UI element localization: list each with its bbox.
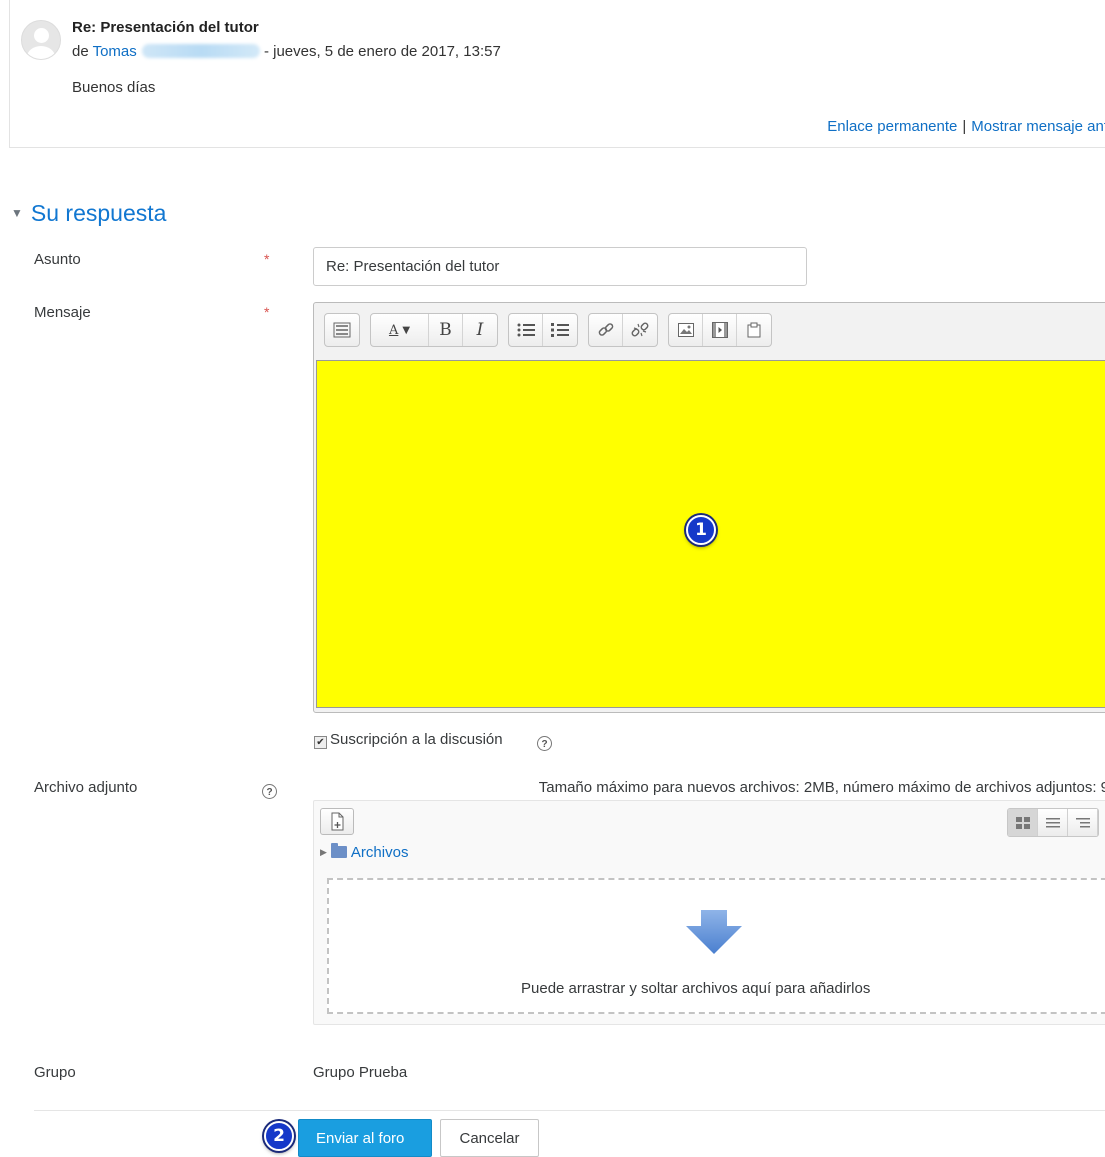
required-icon: * [264, 304, 270, 320]
subscription-checkbox[interactable]: ✔ [314, 736, 327, 749]
permalink-link[interactable]: Enlace permanente [827, 118, 957, 135]
unlink-icon[interactable] [623, 314, 657, 346]
author-link[interactable]: Tomas [93, 43, 137, 60]
message-label: Mensaje [34, 304, 91, 321]
help-icon[interactable]: ? [262, 784, 277, 799]
user-avatar[interactable] [21, 20, 61, 60]
form-divider [34, 1110, 1105, 1111]
add-file-button[interactable] [320, 808, 354, 835]
expand-triangle-icon[interactable]: ▶ [320, 847, 327, 857]
bold-button[interactable]: B [429, 314, 463, 346]
file-manager: ▶ Archivos Puede arrastrar y soltar archi… [313, 800, 1105, 1025]
drop-arrow-icon [686, 910, 742, 958]
tree-view-icon[interactable] [1068, 809, 1098, 836]
post-commands: Enlace permanente |Mostrar mensaje anteri… [827, 118, 1105, 135]
folder-breadcrumb: ▶ Archivos [320, 843, 409, 861]
attachment-limits: Tamaño máximo para nuevos archivos: 2MB,… [538, 779, 1105, 796]
attachment-label: Archivo adjunto [34, 779, 138, 796]
collapse-caret-icon: ▼ [11, 206, 23, 220]
cancel-button[interactable]: Cancelar [440, 1119, 539, 1157]
reply-section-toggle[interactable]: ▼ Su respuesta [11, 200, 166, 227]
manage-files-icon[interactable] [737, 314, 771, 346]
editor-toolbar: A ▼ B I [324, 313, 772, 347]
message-editor: A ▼ B I [313, 302, 1105, 713]
font-style-icon: A [388, 322, 399, 338]
list-view-icon[interactable] [1038, 809, 1068, 836]
view-switcher [1007, 808, 1099, 837]
help-icon[interactable]: ? [537, 736, 552, 751]
subscription-option[interactable]: ✔ Suscripción a la discusión [314, 731, 503, 749]
reply-section-heading: Su respuesta [30, 200, 167, 226]
required-icon: * [264, 251, 270, 267]
group-label: Grupo [34, 1064, 76, 1081]
folder-link[interactable]: Archivos [351, 844, 409, 861]
blurred-author-surname [141, 44, 260, 58]
command-separator: | [962, 118, 967, 135]
annotation-marker-2: 2 [264, 1121, 294, 1151]
parent-post-card: Re: Presentación del tutor de Tomas - ju… [9, 0, 1105, 148]
subject-input[interactable] [313, 247, 807, 286]
folder-icon [330, 843, 347, 858]
chevron-down-icon: ▼ [402, 324, 411, 336]
byline-prefix: de [72, 43, 89, 60]
file-dropzone[interactable]: Puede arrastrar y soltar archivos aquí p… [327, 878, 1105, 1014]
unordered-list-icon[interactable] [509, 314, 543, 346]
link-icon[interactable] [589, 314, 623, 346]
post-date: - jueves, 5 de enero de 2017, 13:57 [263, 43, 501, 60]
show-parent-link[interactable]: Mostrar mensaje anterior [971, 118, 1105, 135]
post-subject: Re: Presentación del tutor [72, 19, 259, 36]
italic-button[interactable]: I [463, 314, 497, 346]
post-to-forum-button[interactable]: Enviar al foro [298, 1119, 432, 1157]
annotation-marker-1: 1 [686, 515, 716, 545]
group-value: Grupo Prueba [313, 1064, 408, 1081]
subject-label: Asunto [34, 251, 81, 268]
paragraph-style-button[interactable]: A ▼ [371, 314, 429, 346]
insert-media-icon[interactable] [703, 314, 737, 346]
insert-image-icon[interactable] [669, 314, 703, 346]
subscription-label: Suscripción a la discusión [330, 731, 503, 748]
show-more-buttons-icon[interactable] [325, 314, 359, 346]
dropzone-text: Puede arrastrar y soltar archivos aquí p… [521, 980, 871, 997]
post-body: Buenos días [72, 79, 156, 96]
ordered-list-icon[interactable] [543, 314, 577, 346]
icons-view-icon[interactable] [1008, 809, 1038, 836]
post-byline: de Tomas - jueves, 5 de enero de 2017, 1… [72, 43, 501, 60]
